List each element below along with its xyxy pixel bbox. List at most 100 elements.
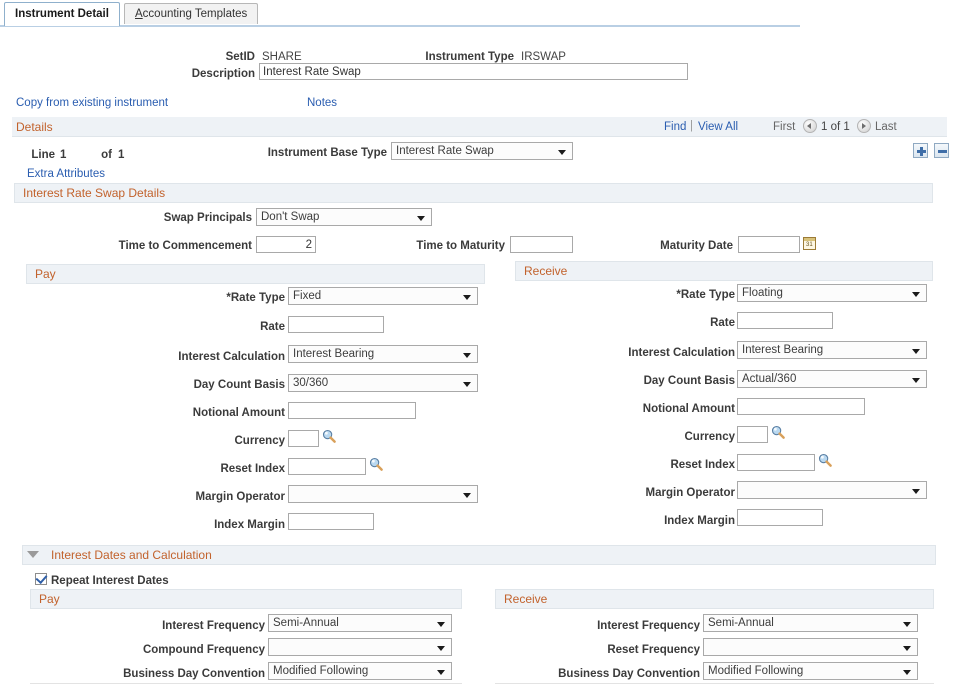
details-title: Details: [16, 119, 53, 135]
pay-currency-input[interactable]: [288, 430, 319, 447]
pay-interest-calculation-select[interactable]: Interest Bearing: [288, 345, 478, 363]
time-to-commencement-input[interactable]: [256, 236, 316, 253]
receive-rate-type-label: *Rate Type: [580, 288, 735, 302]
add-row-button[interactable]: [913, 143, 928, 158]
find-viewall-divider: |: [690, 120, 693, 132]
find-link[interactable]: Find: [664, 120, 686, 134]
tab-accounting-templates[interactable]: Accounting Templates: [124, 3, 258, 24]
calendar-icon[interactable]: 31: [803, 237, 816, 250]
instrument-base-type-select[interactable]: Interest Rate Swap: [391, 142, 573, 160]
receive-currency-input[interactable]: [737, 426, 768, 443]
receive-reset-frequency-select[interactable]: [703, 638, 918, 656]
description-input[interactable]: [259, 63, 688, 80]
pay-interest-frequency-label: Interest Frequency: [110, 619, 265, 633]
pay-business-day-convention-value: Modified Following: [273, 664, 368, 679]
delete-row-button[interactable]: [934, 143, 949, 158]
pay-index-margin-input[interactable]: [288, 513, 374, 530]
pay-notional-amount-label: Notional Amount: [130, 406, 285, 420]
receive-panel-bottom-divider: [495, 683, 934, 684]
view-all-link[interactable]: View All: [698, 120, 738, 134]
receive-business-day-convention-value: Modified Following: [708, 664, 803, 679]
chevron-down-icon: [912, 292, 920, 297]
receive-currency-label: Currency: [580, 430, 735, 444]
pay-business-day-convention-label: Business Day Convention: [85, 667, 265, 681]
swap-principals-value: Don't Swap: [261, 210, 319, 225]
check-icon: [36, 572, 48, 584]
pay-margin-operator-select[interactable]: [288, 485, 478, 503]
tab-accounting-templates-label: ccounting Templates: [143, 8, 248, 20]
extra-attributes-link[interactable]: Extra Attributes: [27, 167, 105, 181]
pay-compound-frequency-select[interactable]: [268, 638, 452, 656]
chevron-down-icon: [437, 622, 445, 627]
interest-dates-receive-header: Receive: [495, 589, 934, 609]
line-of-value: 1: [118, 148, 132, 162]
interest-dates-section-header: Interest Dates and Calculation: [22, 545, 936, 565]
collapse-section-icon[interactable]: [27, 551, 39, 558]
repeat-interest-dates-label: Repeat Interest Dates: [51, 574, 169, 588]
receive-rate-type-select[interactable]: Floating: [737, 284, 927, 302]
chevron-down-icon: [903, 646, 911, 651]
time-to-maturity-input[interactable]: [510, 236, 573, 253]
pay-reset-index-label: Reset Index: [130, 462, 285, 476]
receive-day-count-basis-value: Actual/360: [742, 372, 796, 387]
receive-margin-operator-label: Margin Operator: [570, 486, 735, 500]
pay-interest-frequency-select[interactable]: Semi-Annual: [268, 614, 452, 632]
chevron-down-icon: [903, 622, 911, 627]
description-label: Description: [100, 67, 255, 81]
swap-principals-select[interactable]: Don't Swap: [256, 208, 432, 226]
tab-accounting-templates-accelerator: A: [135, 8, 143, 20]
pay-reset-index-lookup-icon[interactable]: [369, 457, 383, 471]
receive-section-header: Receive: [515, 261, 933, 281]
receive-rate-label: Rate: [580, 316, 735, 330]
instrument-detail-page: Instrument Detail Accounting Templates S…: [0, 0, 963, 686]
interest-rate-swap-details-title: Interest Rate Swap Details: [23, 186, 165, 200]
receive-currency-lookup-icon[interactable]: [771, 425, 785, 439]
tab-instrument-detail[interactable]: Instrument Detail: [4, 2, 120, 26]
pay-reset-index-input[interactable]: [288, 458, 366, 475]
pay-day-count-basis-label: Day Count Basis: [130, 378, 285, 392]
page-counter: 1 of 1: [821, 120, 850, 134]
tab-baseline: [0, 25, 800, 27]
pay-rate-input[interactable]: [288, 316, 384, 333]
pay-panel-bottom-divider: [30, 683, 462, 684]
receive-reset-index-input[interactable]: [737, 454, 815, 471]
receive-interest-calculation-value: Interest Bearing: [742, 343, 823, 358]
notes-link[interactable]: Notes: [307, 96, 337, 110]
instrument-type-value: IRSWAP: [521, 50, 566, 64]
receive-margin-operator-select[interactable]: [737, 481, 927, 499]
interest-dates-pay-title: Pay: [39, 592, 60, 606]
receive-interest-frequency-select[interactable]: Semi-Annual: [703, 614, 918, 632]
pay-business-day-convention-select[interactable]: Modified Following: [268, 662, 452, 680]
pay-currency-lookup-icon[interactable]: [322, 429, 336, 443]
copy-from-existing-instrument-link[interactable]: Copy from existing instrument: [16, 96, 168, 110]
interest-rate-swap-details-header: Interest Rate Swap Details: [14, 183, 933, 203]
instrument-base-type-value: Interest Rate Swap: [396, 144, 494, 159]
chevron-down-icon: [912, 489, 920, 494]
tab-bar: Instrument Detail Accounting Templates: [0, 0, 963, 27]
receive-day-count-basis-select[interactable]: Actual/360: [737, 370, 927, 388]
line-of-label: of: [86, 148, 112, 162]
chevron-down-icon: [558, 150, 566, 155]
chevron-down-icon: [912, 349, 920, 354]
first-label: First: [773, 120, 795, 134]
receive-rate-input[interactable]: [737, 312, 833, 329]
pay-currency-label: Currency: [130, 434, 285, 448]
receive-reset-index-lookup-icon[interactable]: [818, 453, 832, 467]
chevron-down-icon: [903, 670, 911, 675]
next-page-icon[interactable]: [857, 119, 871, 133]
repeat-interest-dates-checkbox[interactable]: [35, 573, 47, 585]
receive-rate-type-value: Floating: [742, 286, 783, 301]
previous-page-icon[interactable]: [803, 119, 817, 133]
receive-interest-calculation-select[interactable]: Interest Bearing: [737, 341, 927, 359]
pay-notional-amount-input[interactable]: [288, 402, 416, 419]
pay-day-count-basis-select[interactable]: 30/360: [288, 374, 478, 392]
receive-index-margin-input[interactable]: [737, 509, 823, 526]
chevron-down-icon: [463, 382, 471, 387]
receive-business-day-convention-select[interactable]: Modified Following: [703, 662, 918, 680]
pay-rate-type-value: Fixed: [293, 289, 321, 304]
pay-section-title: Pay: [35, 267, 56, 281]
pay-day-count-basis-value: 30/360: [293, 376, 328, 391]
receive-notional-amount-input[interactable]: [737, 398, 865, 415]
pay-rate-type-select[interactable]: Fixed: [288, 287, 478, 305]
maturity-date-input[interactable]: [738, 236, 800, 253]
